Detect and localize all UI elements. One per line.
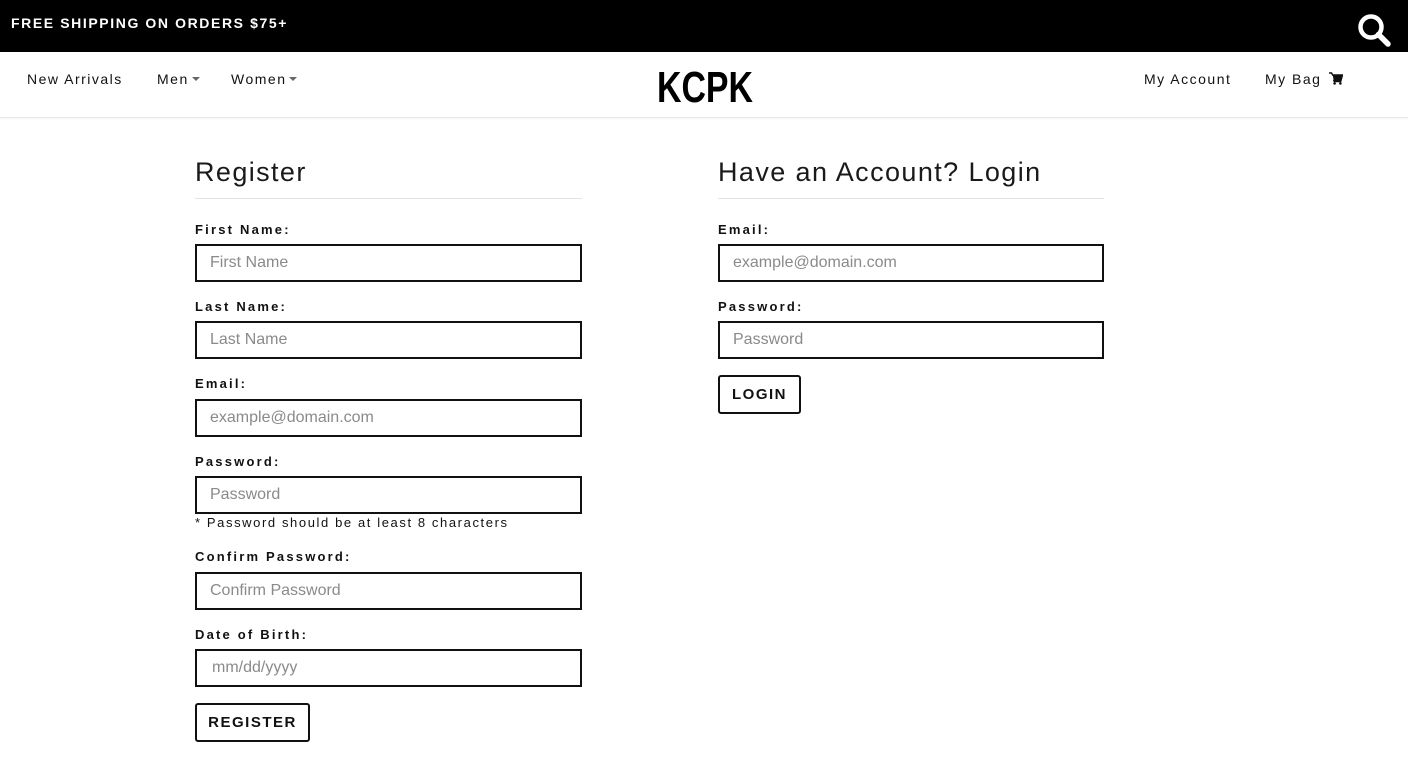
nav-men-dropdown[interactable]: Men	[157, 71, 200, 87]
register-password-input[interactable]	[195, 476, 582, 514]
nav-my-account[interactable]: My Account	[1144, 71, 1231, 87]
last-name-label: Last Name:	[195, 299, 288, 314]
login-email-input[interactable]	[718, 244, 1104, 282]
login-password-input[interactable]	[718, 321, 1104, 359]
register-email-input[interactable]	[195, 399, 582, 437]
nav-my-bag-label: My Bag	[1265, 71, 1322, 87]
register-button[interactable]: REGISTER	[195, 703, 310, 742]
caret-down-icon	[191, 77, 200, 82]
nav-my-bag[interactable]: My Bag	[1265, 71, 1344, 87]
login-title: Have an Account? Login	[718, 157, 1042, 187]
shopping-cart-icon	[1328, 72, 1344, 85]
register-divider	[195, 198, 582, 199]
nav-women-dropdown[interactable]: Women	[231, 71, 298, 87]
login-button[interactable]: LOGIN	[718, 375, 801, 414]
brand-logo[interactable]: KCPK	[656, 64, 754, 106]
last-name-input[interactable]	[195, 321, 582, 359]
register-email-label: Email:	[195, 376, 248, 391]
date-of-birth-input[interactable]	[195, 649, 582, 687]
search-icon[interactable]	[1356, 12, 1392, 48]
confirm-password-label: Confirm Password:	[195, 549, 352, 564]
promo-bar: FREE SHIPPING ON ORDERS $75+	[0, 0, 1408, 52]
register-title: Register	[195, 157, 307, 187]
nav-men-label: Men	[157, 71, 189, 87]
date-of-birth-label: Date of Birth:	[195, 627, 309, 642]
login-divider	[718, 198, 1104, 199]
confirm-password-input[interactable]	[195, 572, 582, 610]
password-requirement-note: * Password should be at least 8 characte…	[195, 515, 509, 530]
login-password-label: Password:	[718, 299, 804, 314]
login-email-label: Email:	[718, 222, 771, 237]
register-password-label: Password:	[195, 454, 281, 469]
main-navigation: New Arrivals Men Women KCPK My Account M…	[0, 52, 1408, 118]
nav-women-label: Women	[231, 71, 287, 87]
logo-text: KCPK	[657, 64, 753, 106]
nav-new-arrivals[interactable]: New Arrivals	[27, 71, 123, 87]
first-name-input[interactable]	[195, 244, 582, 282]
promo-text: FREE SHIPPING ON ORDERS $75+	[11, 15, 289, 31]
first-name-label: First Name:	[195, 222, 291, 237]
caret-down-icon	[289, 77, 298, 82]
